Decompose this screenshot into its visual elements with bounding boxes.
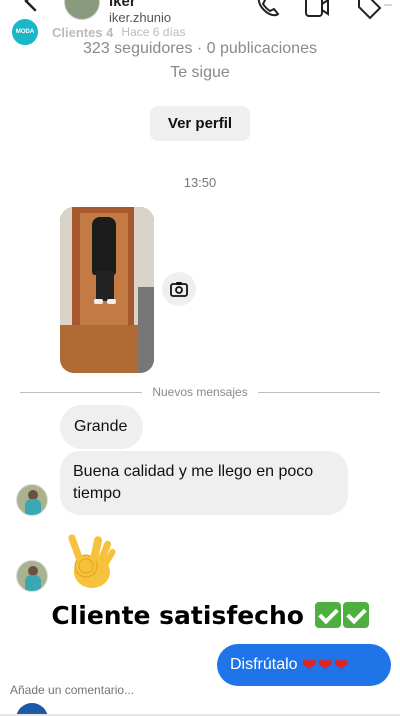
sender-avatar[interactable]: [16, 560, 48, 592]
new-messages-divider: Nuevos mensajes: [20, 384, 381, 400]
follows-you-label: Te sigue: [170, 64, 230, 81]
sent-message-text: Disfrútalo: [230, 656, 298, 673]
story-username[interactable]: Clientes 4: [52, 25, 113, 40]
back-chevron-icon[interactable]: [22, 0, 40, 12]
ok-hand-emoji[interactable]: [62, 530, 118, 590]
view-profile-button[interactable]: Ver perfil: [150, 106, 250, 141]
check-mark-icon: [314, 602, 341, 628]
story-caption: Cliente satisfecho: [0, 601, 400, 630]
sender-avatar[interactable]: [16, 484, 48, 516]
story-timestamp: Hace 6 días: [121, 25, 186, 39]
shared-photo[interactable]: [60, 207, 154, 373]
phone-icon[interactable]: [254, 0, 280, 20]
sent-message-bubble[interactable]: Disfrútalo ❤❤❤: [217, 644, 391, 686]
check-mark-icon: [342, 602, 369, 628]
camera-icon: [170, 282, 188, 297]
profile-stats: 323 seguidores · 0 publicaciones: [83, 40, 317, 57]
message-bubble[interactable]: Grande: [60, 405, 143, 449]
new-messages-label: Nuevos mensajes: [152, 385, 248, 399]
message-timestamp: 13:50: [183, 175, 217, 190]
story-avatar-logo-text: MODA: [15, 29, 35, 35]
story-caption-text: Cliente satisfecho: [51, 601, 304, 630]
tag-icon[interactable]: [356, 0, 382, 20]
heart-emojis: ❤❤❤: [301, 654, 350, 676]
message-bubble[interactable]: Buena calidad y me llego en poco tiempo: [60, 451, 348, 515]
comment-input[interactable]: [10, 682, 210, 698]
dm-contact-name[interactable]: iker: [109, 0, 136, 10]
camera-reply-button[interactable]: [162, 272, 196, 306]
video-icon[interactable]: [304, 0, 330, 20]
